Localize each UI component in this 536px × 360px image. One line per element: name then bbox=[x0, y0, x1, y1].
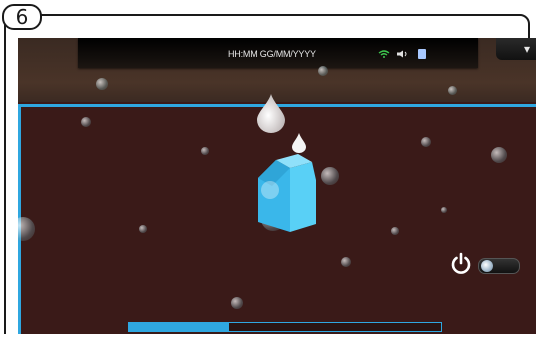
bottom-margin bbox=[0, 334, 536, 360]
bubble bbox=[341, 257, 351, 267]
step-number-badge: 6 bbox=[2, 4, 42, 30]
usb-icon bbox=[418, 49, 426, 59]
power-toggle[interactable] bbox=[478, 258, 520, 274]
speaker-icon bbox=[397, 50, 407, 58]
bubble bbox=[231, 297, 243, 309]
bubble bbox=[491, 147, 507, 163]
bubble bbox=[318, 66, 328, 76]
bubble bbox=[321, 167, 339, 185]
milk-carton-icon bbox=[258, 154, 316, 232]
wifi-icon bbox=[378, 50, 390, 58]
toggle-knob[interactable] bbox=[481, 260, 493, 272]
bubble bbox=[18, 217, 35, 241]
bubble bbox=[201, 147, 209, 155]
bubble bbox=[421, 137, 431, 147]
status-bar: HH:MM GG/MM/YYYY bbox=[78, 38, 478, 68]
bubble bbox=[448, 86, 457, 95]
bubble bbox=[391, 227, 399, 235]
progress-bar bbox=[128, 322, 442, 332]
progress-fill bbox=[129, 323, 229, 331]
bubble bbox=[441, 207, 447, 213]
datetime-label: HH:MM GG/MM/YYYY bbox=[228, 49, 316, 59]
bubble bbox=[81, 117, 91, 127]
water-drop-icon bbox=[257, 94, 285, 133]
bubble bbox=[96, 78, 108, 90]
menu-tab[interactable]: ▾ bbox=[496, 38, 536, 60]
chevron-down-icon: ▾ bbox=[523, 42, 530, 56]
bubble bbox=[139, 225, 147, 233]
power-icon[interactable] bbox=[450, 252, 472, 274]
